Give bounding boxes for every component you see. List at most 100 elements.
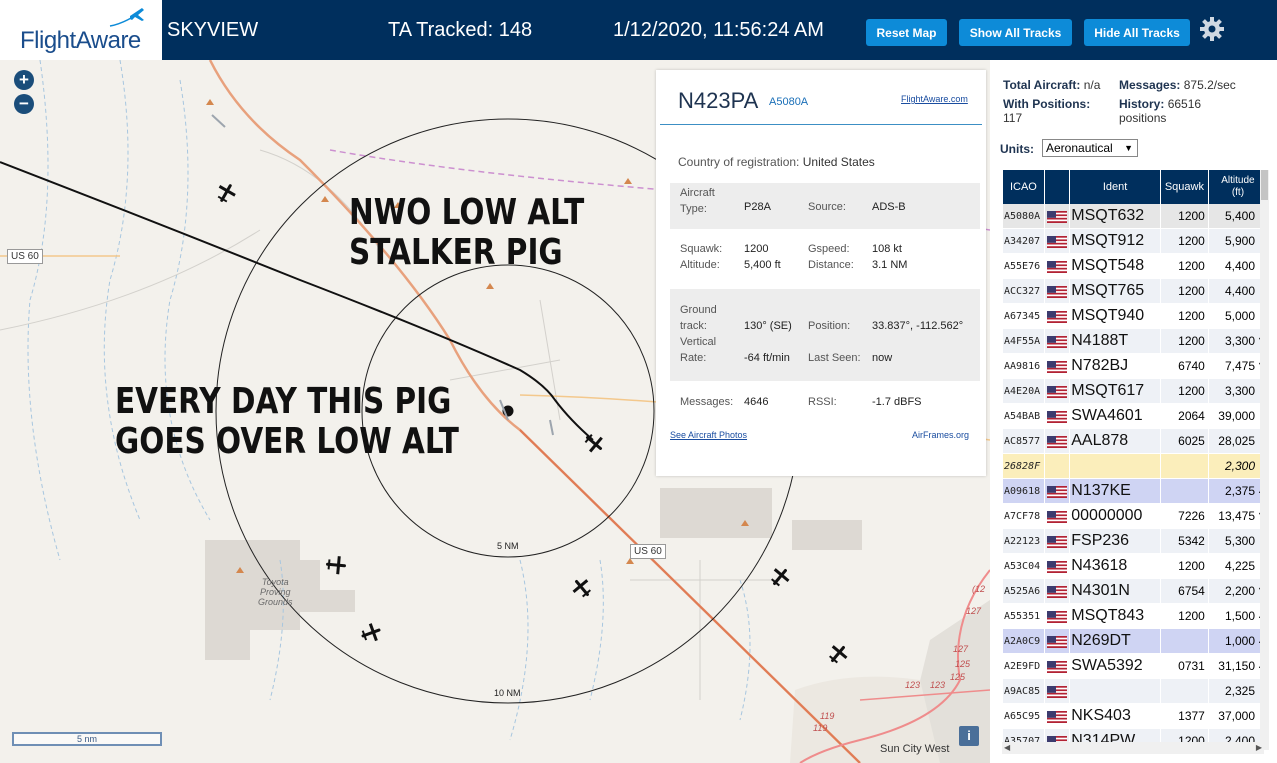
us-flag-icon [1046, 610, 1067, 623]
cell-altitude: 13,475▼ [1208, 504, 1266, 529]
cell-altitude: 28,025 [1208, 429, 1266, 454]
cell-altitude: 7,475▼ [1208, 354, 1266, 379]
us-flag-icon [1046, 660, 1067, 673]
cell-ident: SWA5392 [1070, 654, 1160, 679]
us-flag-icon [1046, 410, 1067, 423]
altitude-value: 28,025 [1218, 434, 1255, 448]
table-row[interactable]: AC8577 AAL878 6025 28,025 [1003, 429, 1266, 454]
altitude-value: 5,300 [1224, 534, 1255, 548]
cell-ident: FSP236 [1070, 529, 1160, 554]
aircraft-icon[interactable] [769, 566, 791, 588]
aircraft-icon[interactable] [325, 554, 347, 576]
table-row[interactable]: A54BAB SWA4601 2064 39,000 [1003, 404, 1266, 429]
scrollbar-thumb[interactable] [1261, 170, 1268, 200]
table-row[interactable]: A22123 FSP236 5342 5,300 [1003, 529, 1266, 554]
altitude-value: 5,000 [1224, 309, 1255, 323]
table-row[interactable]: A2A0C9 N269DT 1,000▲ [1003, 629, 1266, 654]
scroll-left-icon[interactable]: ◀ [1004, 742, 1010, 754]
cell-icao: A67345 [1003, 304, 1044, 329]
table-row[interactable]: A4F55A N4188T12003,300▼ [1003, 329, 1266, 354]
altitude-label: Altitude: [680, 259, 720, 271]
messages-section: Messages: 4646 RSSI: -1.7 dBFS [670, 392, 980, 412]
cell-icao: A4F55A [1003, 329, 1044, 354]
route-label: 119 [813, 723, 828, 733]
aircraft-table-container[interactable]: ICAO Ident Squawk Altitude (ft) A5080A MS… [1002, 170, 1266, 744]
label-line: track: [680, 320, 707, 332]
gspeed-label: Gspeed: [808, 243, 850, 255]
aircraft-icon[interactable] [360, 622, 382, 644]
table-row[interactable]: A4E20A MSQT617 1200 3,300 [1003, 379, 1266, 404]
datetime-display: 1/12/2020, 11:56:24 AM [613, 19, 824, 41]
zoom-in-button[interactable]: + [14, 70, 34, 90]
col-altitude[interactable]: Altitude (ft) [1208, 170, 1266, 204]
table-row[interactable]: A7CF78 00000000722613,475▼ [1003, 504, 1266, 529]
aircraft-type-section: Aircraft Type: P28A Source: ADS-B [670, 183, 980, 229]
cell-altitude: 5,400 [1208, 204, 1266, 229]
cell-ident: MSQT632 [1070, 204, 1160, 229]
altitude-value: 4,400 [1224, 259, 1255, 273]
history-label: History: [1119, 97, 1165, 111]
us-flag-icon [1046, 510, 1067, 523]
col-squawk[interactable]: Squawk [1160, 170, 1208, 204]
table-row[interactable]: A53C04 N43618 1200 4,225 [1003, 554, 1266, 579]
aircraft-icon[interactable] [215, 182, 237, 204]
map-info-button[interactable]: i [959, 726, 979, 746]
last-seen-value: now [872, 352, 893, 364]
aircraft-icon[interactable] [571, 577, 593, 599]
messages-label: Messages: [1119, 78, 1181, 92]
flightaware-link[interactable]: FlightAware.com [901, 94, 968, 104]
show-all-tracks-button[interactable]: Show All Tracks [959, 19, 1072, 46]
total-aircraft-stat: Total Aircraft: n/a [1003, 78, 1100, 92]
label-line: Aircraft [680, 187, 715, 199]
table-row[interactable]: A67345 MSQT940 1200 5,000 [1003, 304, 1266, 329]
us-flag-icon [1046, 360, 1067, 373]
annotation-line: GOES OVER LOW ALT [115, 421, 459, 462]
selected-aircraft-icon[interactable] [583, 432, 605, 454]
squawk-value: 1200 [744, 243, 769, 255]
table-row[interactable]: A65C95 NKS403 1377 37,000 [1003, 704, 1266, 729]
table-row[interactable]: A34207 MSQT912 1200 5,900 [1003, 229, 1266, 254]
table-horizontal-scrollbar[interactable]: ◀ ▶ [1002, 742, 1264, 754]
col-ident[interactable]: Ident [1070, 170, 1160, 204]
cell-altitude: 4,400 [1208, 254, 1266, 279]
table-row[interactable]: A5080A MSQT632 1200 5,400 [1003, 204, 1266, 229]
table-row[interactable]: A525A6 N4301N67542,200▼ [1003, 579, 1266, 604]
table-row[interactable]: A09618 N137KE 2,375▲ [1003, 479, 1266, 504]
altitude-value: 5,400 ft [744, 259, 781, 271]
aircraft-photos-link[interactable]: See Aircraft Photos [670, 430, 747, 440]
cell-squawk: 6025 [1160, 429, 1208, 454]
col-icao[interactable]: ICAO [1003, 170, 1044, 204]
scale-bar: 5 nm [12, 732, 162, 746]
gear-icon[interactable] [1199, 16, 1225, 42]
altitude-value: 4,225 [1224, 559, 1255, 573]
reset-map-button[interactable]: Reset Map [866, 19, 947, 46]
col-flag[interactable] [1044, 170, 1070, 204]
units-select[interactable]: Aeronautical ▼ [1042, 139, 1138, 157]
table-row[interactable]: A55351 MSQT84312001,500▲ [1003, 604, 1266, 629]
cell-ident: MSQT912 [1070, 229, 1160, 254]
cell-ident: MSQT548 [1070, 254, 1160, 279]
cell-flag [1044, 454, 1070, 479]
table-row[interactable]: A9AC85 2,325 [1003, 679, 1266, 704]
table-row[interactable]: 26828F 2,300 [1003, 454, 1266, 479]
table-row[interactable]: A55E76 MSQT548 1200 4,400 [1003, 254, 1266, 279]
table-vertical-scrollbar[interactable] [1260, 170, 1269, 750]
cell-ident: MSQT617 [1070, 379, 1160, 404]
cell-flag [1044, 679, 1070, 704]
table-row[interactable]: AA9816 N782BJ67407,475▼ [1003, 354, 1266, 379]
app-title: SKYVIEW [167, 19, 259, 41]
table-row[interactable]: ACC327 MSQT765 1200 4,400 [1003, 279, 1266, 304]
cell-flag [1044, 204, 1070, 229]
airframes-link[interactable]: AirFrames.org [912, 430, 969, 440]
annotation-line: EVERY DAY THIS PIG [115, 381, 452, 422]
table-row[interactable]: A2E9FD SWA5392073131,150▲ [1003, 654, 1266, 679]
cell-squawk: 1200 [1160, 304, 1208, 329]
squawk-label: Squawk: [680, 243, 723, 255]
zoom-out-button[interactable]: − [14, 94, 34, 114]
aircraft-icon[interactable] [827, 643, 849, 665]
hide-all-tracks-button[interactable]: Hide All Tracks [1084, 19, 1190, 46]
flightaware-logo[interactable]: FlightAware [0, 0, 162, 60]
cell-squawk [1160, 629, 1208, 654]
cell-flag [1044, 304, 1070, 329]
scroll-right-icon[interactable]: ▶ [1256, 742, 1262, 754]
